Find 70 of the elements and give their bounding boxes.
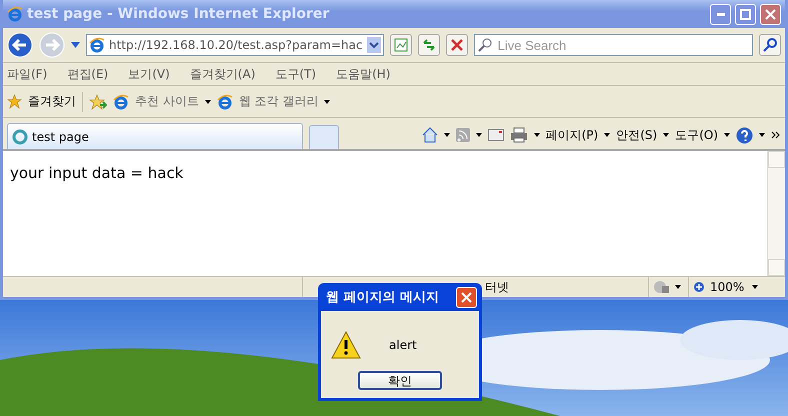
close-icon	[461, 292, 472, 302]
ie-logo-icon	[89, 37, 105, 53]
command-menu[interactable]: 페이지(P)	[546, 126, 598, 144]
compatibility-button[interactable]	[390, 34, 412, 56]
close-icon	[450, 39, 463, 51]
add-favorite-icon[interactable]	[89, 94, 107, 110]
dropdown-icon[interactable]	[71, 42, 80, 48]
minimize-icon	[716, 12, 724, 16]
caret-icon	[476, 133, 482, 137]
menu-item[interactable]: 보기(V)	[128, 66, 170, 82]
warning-icon	[331, 331, 361, 359]
minimize-button[interactable]	[710, 4, 731, 24]
search-icon	[763, 38, 777, 52]
menu-item[interactable]: 파일(F)	[7, 66, 48, 82]
menu-item[interactable]: 편집(E)	[67, 66, 108, 82]
caret-icon	[444, 133, 450, 137]
search-input[interactable]: Live Search	[496, 36, 749, 54]
favorites-link[interactable]: 웹 조각 갤러리	[238, 93, 318, 110]
zone-text: 터넷	[485, 278, 509, 296]
loading-icon	[12, 128, 28, 144]
caret-icon	[675, 285, 681, 289]
page-text: your input data = hack	[9, 163, 184, 184]
back-button[interactable]	[7, 32, 33, 58]
caret-icon	[204, 100, 211, 104]
stop-button[interactable]	[446, 34, 468, 56]
close-button[interactable]	[456, 286, 477, 308]
caret-icon	[604, 133, 610, 137]
caret-icon	[724, 133, 730, 137]
caret-icon	[759, 133, 765, 137]
menu-item[interactable]: 도구(T)	[275, 66, 316, 82]
window-title: test page - Windows Internet Explorer	[27, 6, 330, 22]
dialog-message: alert	[388, 338, 418, 352]
help-icon[interactable]	[736, 126, 753, 144]
command-menu[interactable]: 도구(O)	[675, 126, 718, 144]
caret-icon	[752, 285, 758, 289]
menu-item[interactable]: 도움말(H)	[336, 66, 390, 82]
ok-button[interactable]: 확인	[358, 371, 442, 390]
search-icon	[478, 38, 492, 52]
close-icon	[765, 8, 776, 20]
caret-icon	[534, 133, 540, 137]
command-menu[interactable]: 안전(S)	[616, 126, 658, 144]
home-icon[interactable]	[422, 127, 438, 143]
favorites-label[interactable]: 즐겨찾기	[28, 93, 76, 110]
menu-item[interactable]: 즐겨찾기(A)	[190, 66, 256, 82]
dropdown-icon[interactable]	[366, 37, 381, 53]
maximize-icon	[740, 8, 751, 20]
caret-icon	[663, 133, 670, 137]
refresh-icon	[422, 38, 436, 52]
ie-logo-icon	[7, 6, 23, 22]
mail-icon[interactable]	[488, 129, 504, 141]
zoom-icon[interactable]	[693, 280, 706, 294]
browser-tab[interactable]: test page	[7, 123, 303, 149]
maximize-button[interactable]	[735, 4, 756, 24]
feed-icon[interactable]	[456, 128, 470, 142]
dialog-title: 웹 페이지의 메시지	[326, 289, 440, 306]
ie-logo-icon	[113, 94, 129, 110]
close-button[interactable]	[760, 4, 781, 24]
favorites-link[interactable]: 추천 사이트	[135, 93, 199, 110]
chart-page-icon	[394, 38, 408, 52]
search-field[interactable]: Live Search	[474, 34, 753, 56]
caret-icon	[324, 100, 330, 104]
ie-logo-icon	[216, 94, 233, 110]
search-button[interactable]	[759, 34, 781, 56]
zoom-level[interactable]: 100%	[710, 280, 744, 294]
printer-icon[interactable]	[510, 127, 528, 143]
star-icon[interactable]	[7, 94, 22, 109]
address-field[interactable]: http://192.168.10.20/test.asp?param=hac	[86, 34, 384, 56]
scrollbar[interactable]	[767, 151, 785, 276]
refresh-button[interactable]	[418, 34, 440, 56]
chevron-icon[interactable]	[771, 131, 781, 139]
